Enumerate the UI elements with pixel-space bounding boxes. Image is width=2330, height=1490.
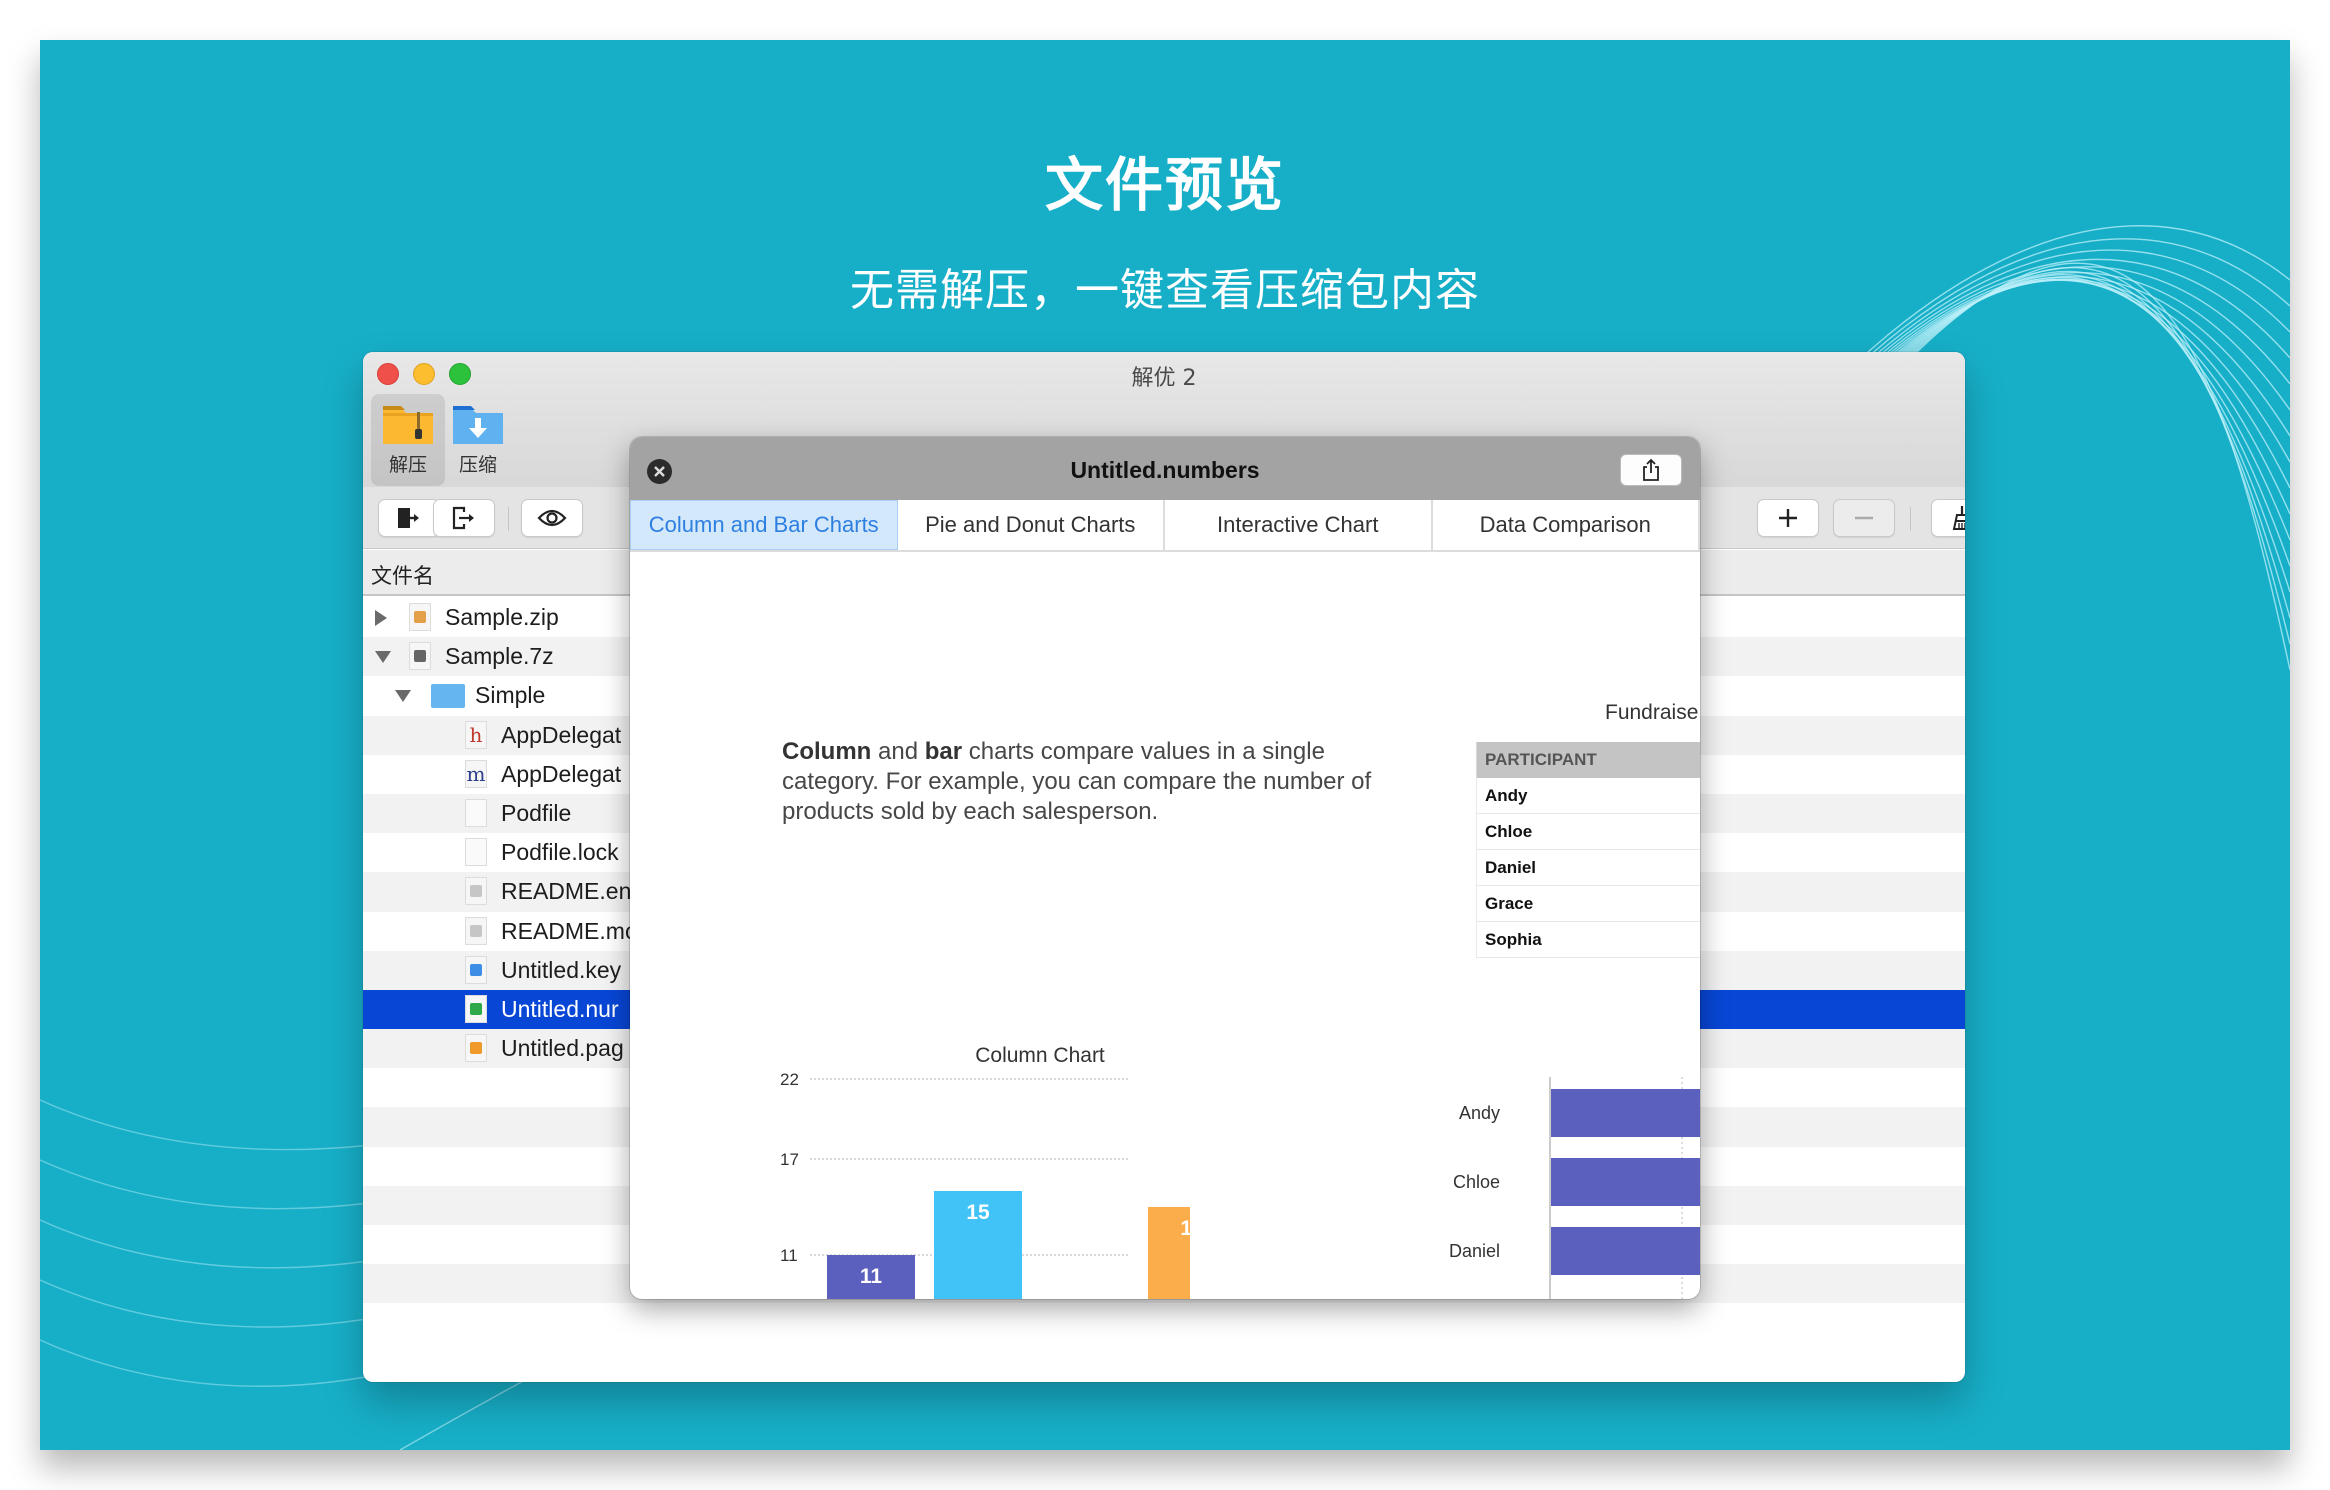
participant-cell: Andy xyxy=(1476,778,1700,814)
zip-archive-icon xyxy=(409,603,431,631)
file-name: AppDelegat xyxy=(501,721,622,748)
chart-description: Column and bar charts compare values in … xyxy=(782,737,1422,827)
remove-button[interactable] xyxy=(1833,499,1895,537)
window-title: 解优 2 xyxy=(1131,366,1197,391)
description-bold-bar: bar xyxy=(924,738,963,765)
bar-value-label: 15 xyxy=(966,1201,990,1224)
description-text: and xyxy=(871,738,925,765)
empty-row xyxy=(363,1303,1965,1343)
participant-cell: Daniel xyxy=(1476,850,1700,886)
bar-category-label: Chloe xyxy=(1452,1172,1500,1192)
clean-button[interactable] xyxy=(1931,499,1965,537)
participant-column-header: PARTICIPANT xyxy=(1476,742,1700,778)
promo-background: 文件预览 无需解压，一键查看压缩包内容 解优 2 解压 压缩 文件名 Sampl… xyxy=(40,40,2290,1450)
horizontal-bar xyxy=(1551,1158,1700,1206)
blank-file-icon xyxy=(465,838,487,867)
participant-cell: Sophia xyxy=(1476,922,1700,958)
description-bold-column: Column xyxy=(782,738,872,765)
pages-file-icon xyxy=(465,1034,487,1063)
bar-value-label: 14 xyxy=(1180,1217,1190,1240)
extract-tool-label: 解压 xyxy=(388,454,427,476)
toolbar-separator xyxy=(508,507,509,531)
extract-button[interactable] xyxy=(378,499,440,537)
participant-cell: Chloe xyxy=(1476,814,1700,850)
disclosure-collapsed-icon[interactable] xyxy=(375,610,387,626)
folder-icon xyxy=(431,684,465,709)
extract-icon xyxy=(398,508,419,528)
y-tick-label: 17 xyxy=(780,1150,799,1169)
tab-data-comparison[interactable]: Data Comparison xyxy=(1433,500,1700,550)
disclosure-expanded-icon[interactable] xyxy=(395,690,411,703)
participant-cell: Grace xyxy=(1476,886,1700,922)
numbers-file-icon xyxy=(465,994,487,1023)
blank-file-icon xyxy=(465,798,487,827)
broom-icon xyxy=(1952,506,1965,530)
preview-header: Untitled.numbers xyxy=(630,437,1700,500)
fundraiser-table: PARTICIPANT Andy Chloe Daniel Grace Sophia xyxy=(1476,742,1700,958)
hero-title: 文件预览 xyxy=(1044,151,1285,219)
toolbar-separator xyxy=(1910,507,1911,531)
bar-category-label: Daniel xyxy=(1448,1241,1500,1261)
export-button[interactable] xyxy=(433,499,495,537)
zip-folder-icon xyxy=(383,406,433,444)
text-file-icon xyxy=(465,877,487,906)
preview-button[interactable] xyxy=(521,499,583,537)
column-chart: 11172211151421 xyxy=(780,1070,1190,1299)
preview-title: Untitled.numbers xyxy=(1070,457,1260,483)
bar-category-label: Andy xyxy=(1458,1103,1500,1123)
header-file-icon: h xyxy=(465,720,487,749)
file-name: Untitled.pag xyxy=(501,1035,624,1062)
horizontal-bar xyxy=(1551,1089,1700,1137)
y-tick-label: 22 xyxy=(780,1070,799,1089)
file-name: AppDelegat xyxy=(501,760,622,787)
file-name: README.mc xyxy=(501,917,637,944)
quick-look-panel: Untitled.numbers Column and Bar Charts P… xyxy=(630,437,1700,1299)
tab-column-and-bar-charts[interactable]: Column and Bar Charts xyxy=(630,500,898,550)
tab-interactive-chart[interactable]: Interactive Chart xyxy=(1165,500,1433,550)
tab-pie-and-donut-charts[interactable]: Pie and Donut Charts xyxy=(898,500,1165,550)
file-name: Untitled.key xyxy=(501,956,622,983)
file-name: Untitled.nur xyxy=(501,995,619,1022)
add-button[interactable] xyxy=(1757,499,1819,537)
plus-icon xyxy=(1779,509,1797,527)
keynote-file-icon xyxy=(465,955,487,984)
download-folder-icon xyxy=(453,406,503,444)
y-tick-label: 11 xyxy=(780,1246,798,1265)
compress-tool-button[interactable]: 压缩 xyxy=(441,394,515,486)
text-file-icon xyxy=(465,916,487,945)
objc-file-icon: m xyxy=(465,759,487,788)
column-chart-title: Column Chart xyxy=(975,1044,1105,1067)
sheet-tabs: Column and Bar Charts Pie and Donut Char… xyxy=(630,500,1700,552)
eye-icon xyxy=(537,509,567,527)
export-icon xyxy=(452,506,474,530)
bar-value-label: 11 xyxy=(860,1265,883,1288)
column-header-label: 文件名 xyxy=(371,564,434,588)
minus-icon xyxy=(1855,516,1873,520)
fundraiser-title: Fundraise xyxy=(1605,701,1699,724)
compress-tool-label: 压缩 xyxy=(458,454,497,476)
disclosure-expanded-icon[interactable] xyxy=(375,651,391,664)
share-button[interactable] xyxy=(1620,454,1682,486)
file-name: Simple xyxy=(475,682,546,709)
hero-subtitle: 无需解压，一键查看压缩包内容 xyxy=(850,265,1480,316)
file-name: Podfile.lock xyxy=(501,839,619,866)
file-name: Sample.7z xyxy=(445,643,554,670)
file-name: Sample.zip xyxy=(445,604,559,630)
extract-tool-button[interactable]: 解压 xyxy=(371,394,445,486)
7z-archive-icon xyxy=(409,642,431,671)
file-name: Podfile xyxy=(501,799,572,826)
horizontal-bar xyxy=(1551,1227,1700,1275)
file-name: README.en xyxy=(501,878,632,905)
share-icon xyxy=(1643,458,1659,481)
